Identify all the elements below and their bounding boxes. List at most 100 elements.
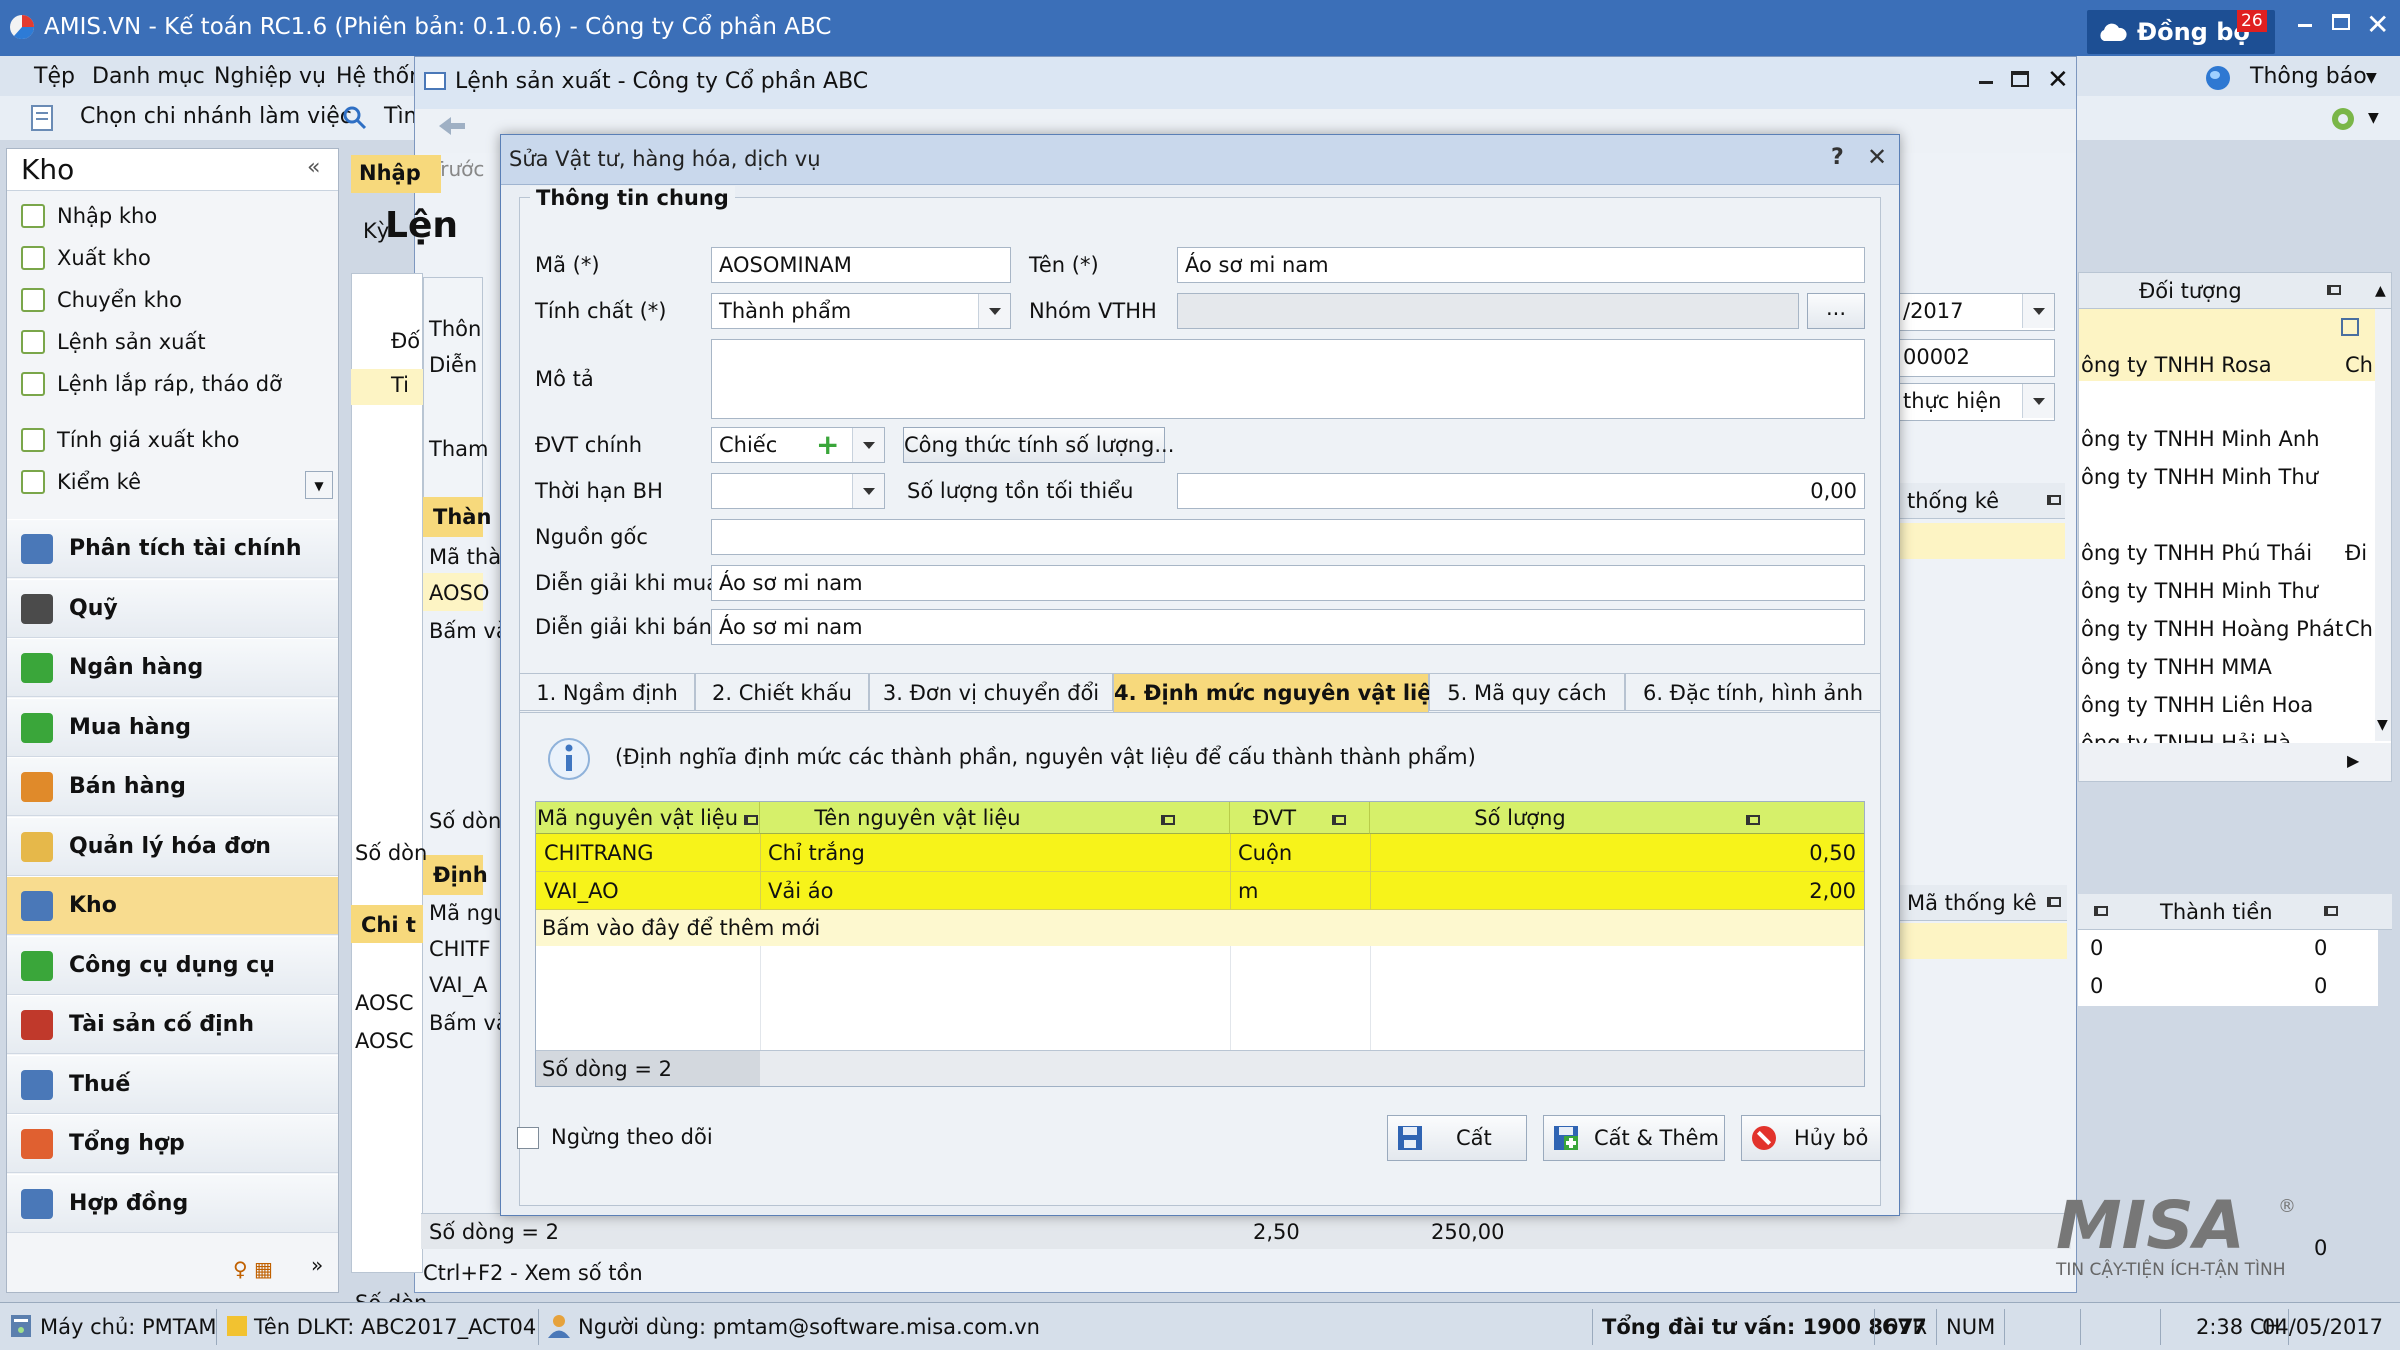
module-tax[interactable]: Thuế — [7, 1054, 338, 1114]
sidebar-more-icon[interactable]: » — [311, 1253, 323, 1277]
sidebar-item-kiem-ke[interactable]: Kiểm kê — [7, 461, 338, 503]
module-label: Mua hàng — [69, 714, 191, 740]
menu-tep[interactable]: Tệp — [34, 64, 75, 89]
search-icon[interactable] — [342, 105, 368, 131]
horizontal-scrollbar[interactable]: ▶ — [2079, 743, 2391, 781]
scroll-right-icon[interactable]: ▶ — [2347, 751, 2359, 770]
tab-dinh-muc-nvl[interactable]: 4. Định mức nguyên vật liệu — [1113, 673, 1446, 713]
table-row[interactable]: CHITRANG Chỉ trắng Cuộn 0,50 — [536, 834, 1864, 872]
module-shopping-cart[interactable]: Mua hàng — [7, 697, 338, 757]
ma-field[interactable]: AOSOMINAM — [711, 247, 1011, 283]
add-new-hint: Bấm vào đây để thêm mới — [542, 916, 821, 940]
tab-dac-tinh[interactable]: 6. Đặc tính, hình ảnh — [1625, 673, 1881, 711]
pin-icon[interactable] — [2047, 897, 2061, 907]
module-summary[interactable]: Tổng hợp — [7, 1114, 338, 1173]
module-finance-chart[interactable]: Phân tích tài chính — [7, 519, 338, 578]
chevron-down-icon[interactable] — [852, 428, 884, 462]
col-header-ma[interactable]: Mã nguyên vật liệu — [536, 802, 760, 834]
bg-number-field[interactable]: 00002 — [1895, 339, 2055, 377]
col-header-dvt[interactable]: ĐVT — [1230, 802, 1370, 834]
dien-giai-ban-field[interactable]: Áo sơ mi nam — [711, 609, 1865, 645]
settings-dropdown-icon[interactable]: ▼ — [2368, 110, 2379, 126]
module-asset[interactable]: Tài sản cố định — [7, 995, 338, 1054]
stop-tracking-checkbox[interactable] — [517, 1127, 539, 1149]
thoi-han-select[interactable] — [711, 473, 885, 509]
menu-danh-muc[interactable]: Danh mục — [92, 64, 205, 89]
pin-icon[interactable] — [1332, 815, 1347, 825]
nhom-browse-button[interactable]: ... — [1807, 293, 1865, 329]
assembly-icon — [21, 372, 45, 396]
col-header-so-luong[interactable]: Số lượng — [1370, 802, 1864, 834]
branch-select[interactable]: Chọn chi nhánh làm việc — [80, 104, 352, 129]
mo-ta-field[interactable] — [711, 339, 1865, 419]
close-icon[interactable]: ✕ — [2366, 8, 2389, 41]
module-warehouse[interactable]: Kho — [7, 876, 338, 935]
tab-ngam-dinh[interactable]: 1. Ngầm định — [519, 673, 695, 711]
module-cash[interactable]: Quỹ — [7, 578, 338, 638]
module-tools[interactable]: Công cụ dụng cụ — [7, 935, 338, 995]
notify-label[interactable]: Thông báo — [2250, 64, 2367, 89]
tab-don-vi-chuyen-doi[interactable]: 3. Đơn vị chuyển đổi — [869, 673, 1113, 711]
ten-field[interactable]: Áo sơ mi nam — [1177, 247, 1865, 283]
partner-name: ông ty TNHH Minh Anh — [2081, 427, 2320, 451]
notify-dropdown-icon[interactable]: ▼ — [2366, 70, 2377, 86]
menu-he-thong[interactable]: Hệ thốn — [336, 64, 423, 89]
add-new-row[interactable]: Bấm vào đây để thêm mới — [536, 910, 1864, 946]
sidebar-item-xuat-kho[interactable]: Xuất kho — [7, 237, 338, 279]
bg-date-field[interactable]: /2017 — [1895, 293, 2055, 331]
pin-icon[interactable] — [2047, 495, 2061, 505]
pin-icon[interactable] — [1745, 815, 1760, 825]
scroll-down-icon[interactable]: ▼ — [2377, 717, 2388, 733]
module-invoice[interactable]: Quản lý hóa đơn — [7, 816, 338, 876]
menu-nghiep-vu[interactable]: Nghiệp vụ — [214, 64, 326, 89]
pin-icon[interactable] — [1160, 815, 1175, 825]
save-add-button[interactable]: Cất & Thêm — [1543, 1115, 1725, 1161]
minimize-icon[interactable] — [2298, 24, 2312, 27]
tab-ma-quy-cach[interactable]: 5. Mã quy cách — [1429, 673, 1625, 711]
window-maximize-icon[interactable] — [2011, 71, 2029, 87]
help-icon[interactable]: ? — [1831, 145, 1844, 170]
ton-toi-thieu-field[interactable]: 0,00 — [1177, 473, 1865, 509]
sidebar-item-nhap-kho[interactable]: Nhập kho — [7, 195, 338, 237]
pin-icon[interactable] — [744, 815, 759, 825]
add-unit-icon[interactable]: + — [816, 428, 839, 461]
scroll-up-icon[interactable]: ▲ — [2375, 283, 2386, 299]
tab-chiet-khau[interactable]: 2. Chiết khấu — [695, 673, 869, 711]
dien-giai-mua-field[interactable]: Áo sơ mi nam — [711, 565, 1865, 601]
sidebar-item-tinh-gia-xuat-kho[interactable]: Tính giá xuất kho — [7, 419, 338, 461]
formula-button[interactable]: Công thức tính số lượng... — [903, 427, 1174, 463]
settings-gear-icon[interactable] — [2326, 102, 2360, 136]
maximize-icon[interactable] — [2332, 14, 2350, 30]
pin-icon[interactable] — [2094, 906, 2108, 916]
tab-nhap[interactable]: Nhập — [351, 155, 441, 193]
window-close-icon[interactable]: ✕ — [2047, 65, 2069, 95]
module-contract[interactable]: Hợp đồng — [7, 1173, 338, 1233]
window-minimize-icon[interactable] — [1979, 81, 1993, 84]
vertical-scrollbar[interactable]: ▼ — [2375, 309, 2391, 741]
module-store[interactable]: Bán hàng — [7, 757, 338, 816]
chevron-down-icon[interactable] — [2022, 294, 2054, 328]
pin-icon[interactable] — [2324, 906, 2338, 916]
nguon-goc-field[interactable] — [711, 519, 1865, 555]
chevron-down-icon[interactable] — [978, 294, 1010, 328]
back-arrow-icon[interactable] — [437, 115, 467, 137]
sidebar-item-chuyen-kho[interactable]: Chuyển kho — [7, 279, 338, 321]
table-row[interactable]: VAI_AO Vải áo m 2,00 — [536, 872, 1864, 910]
sidebar-footer-icons[interactable]: ♀ ▦ — [233, 1257, 273, 1281]
col-header-ten[interactable]: Tên nguyên vật liệu — [760, 802, 1230, 834]
chevron-down-icon[interactable] — [852, 474, 884, 508]
nhom-field[interactable] — [1177, 293, 1799, 329]
chevron-down-icon[interactable] — [2022, 384, 2054, 418]
sidebar-item-lenh-lap-rap[interactable]: Lệnh lắp ráp, tháo dỡ — [7, 363, 338, 405]
collapse-sidebar-icon[interactable]: « — [307, 155, 320, 180]
tinh-chat-select[interactable]: Thành phẩm — [711, 293, 1011, 329]
sidebar-more-dropdown-icon[interactable]: ▼ — [305, 471, 333, 499]
app-titlebar: AMIS.VN - Kế toán RC1.6 (Phiên bản: 0.1.… — [0, 0, 2400, 56]
save-button[interactable]: Cất — [1387, 1115, 1527, 1161]
cancel-button[interactable]: Hủy bỏ — [1741, 1115, 1881, 1161]
dialog-close-icon[interactable]: ✕ — [1867, 143, 1887, 171]
dvt-select[interactable]: Chiếc + — [711, 427, 885, 463]
sidebar-item-lenh-san-xuat[interactable]: Lệnh sản xuất — [7, 321, 338, 363]
module-bank[interactable]: Ngân hàng — [7, 638, 338, 697]
bg-status-field[interactable]: thực hiện — [1895, 383, 2055, 421]
